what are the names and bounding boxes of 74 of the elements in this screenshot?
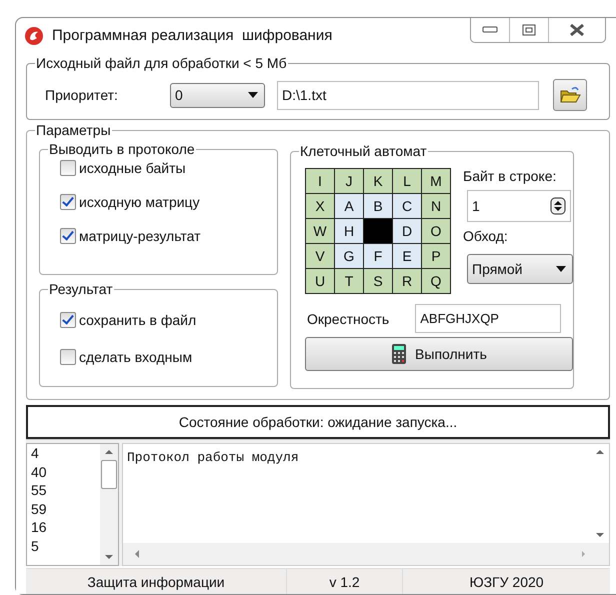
restore-icon	[522, 24, 536, 36]
file-path-field[interactable]: D:\1.txt	[277, 80, 539, 110]
checkbox[interactable]: матрицу-результат	[60, 226, 277, 246]
priority-label: Приоритет:	[45, 87, 119, 103]
list-item[interactable]: 55	[31, 481, 100, 500]
open-folder-button[interactable]	[553, 79, 587, 111]
close-icon	[569, 23, 585, 37]
calculator-icon	[391, 343, 408, 365]
center-cell	[364, 219, 392, 243]
grid-cell: S	[364, 269, 392, 293]
scroll-up-icon[interactable]	[105, 450, 113, 454]
log-textarea[interactable]: Протокол работы модуля	[122, 443, 610, 566]
scroll-down-icon[interactable]	[596, 533, 604, 537]
checkbox[interactable]: сохранить в файл	[60, 310, 277, 330]
bytes-per-line-label: Байт в строке:	[463, 168, 558, 184]
scroll-left-icon[interactable]	[135, 550, 139, 558]
processing-status: Состояние обработки: ожидание запуска...	[26, 405, 610, 439]
traversal-dropdown[interactable]: Прямой	[467, 254, 573, 284]
grid-cell: R	[393, 269, 421, 293]
scroll-down-icon[interactable]	[105, 555, 113, 559]
list-item[interactable]: 5	[31, 536, 100, 555]
group-legend: Выводить в протоколе	[48, 141, 196, 157]
grid-cell: F	[364, 244, 392, 268]
priority-dropdown[interactable]: 0	[170, 82, 265, 108]
traversal-label: Обход:	[463, 228, 509, 244]
grid-cell: J	[335, 169, 363, 193]
log-text: Протокол работы модуля	[126, 449, 300, 467]
group-legend: Клеточный автомат	[299, 143, 428, 159]
list-item[interactable]: 16	[31, 518, 100, 536]
status-bar-text: ЮЗГУ 2020	[468, 572, 545, 592]
grid-cell: M	[422, 169, 450, 193]
checkbox[interactable]: исходные байты	[60, 158, 277, 178]
run-button[interactable]: Выполнить	[305, 337, 573, 371]
status-bar-text: v 1.2	[287, 569, 403, 594]
minimize-icon	[482, 26, 498, 34]
grid-cell: H	[335, 219, 363, 243]
grid-cell: A	[335, 194, 363, 218]
list-item[interactable]: 59	[31, 500, 100, 518]
grid-cell: Q	[422, 269, 450, 293]
grid-cell: X	[306, 194, 334, 218]
status-bar-text: Защита информации	[26, 569, 287, 594]
grid-cell: K	[364, 169, 392, 193]
neighborhood-field[interactable]: ABFGHJXQP	[415, 304, 561, 333]
group-legend: Исходный файл для обработки < 5 Мб	[35, 55, 288, 71]
grid-cell: L	[393, 169, 421, 193]
folder-icon	[559, 85, 581, 105]
grid-cell: E	[393, 244, 421, 268]
grid-cell: B	[364, 194, 392, 218]
group-legend: Параметры	[35, 122, 112, 138]
grid-cell: T	[335, 269, 363, 293]
grid-cell: C	[393, 194, 421, 218]
grid-cell: N	[422, 194, 450, 218]
scrollbar[interactable]	[100, 444, 118, 565]
number-list[interactable]: 4 40 55 59 16 5	[26, 443, 119, 566]
group-legend: Результат	[48, 281, 114, 297]
grid-cell: U	[306, 269, 334, 293]
checkbox[interactable]: сделать входным	[60, 347, 277, 367]
list-item[interactable]: 40	[31, 462, 100, 481]
grid-cell: V	[306, 244, 334, 268]
scroll-up-icon[interactable]	[596, 450, 604, 454]
neighborhood-label: Окрестность	[307, 310, 390, 326]
grid-cell: W	[306, 219, 334, 243]
checkbox[interactable]: исходную матрицу	[60, 192, 277, 212]
grid-cell: O	[422, 219, 450, 243]
bytes-per-line-spinner[interactable]: 1	[467, 190, 571, 222]
scroll-thumb[interactable]	[101, 460, 117, 489]
grid-cell: P	[422, 244, 450, 268]
horizontal-scrollbar[interactable]	[123, 543, 609, 565]
grid-cell: G	[335, 244, 363, 268]
grid-cell: D	[393, 219, 421, 243]
app-icon	[24, 26, 44, 46]
window-title: Программная реализация шифрования	[52, 27, 334, 44]
grid-cell: I	[306, 169, 334, 193]
list-item[interactable]: 4	[31, 444, 100, 462]
